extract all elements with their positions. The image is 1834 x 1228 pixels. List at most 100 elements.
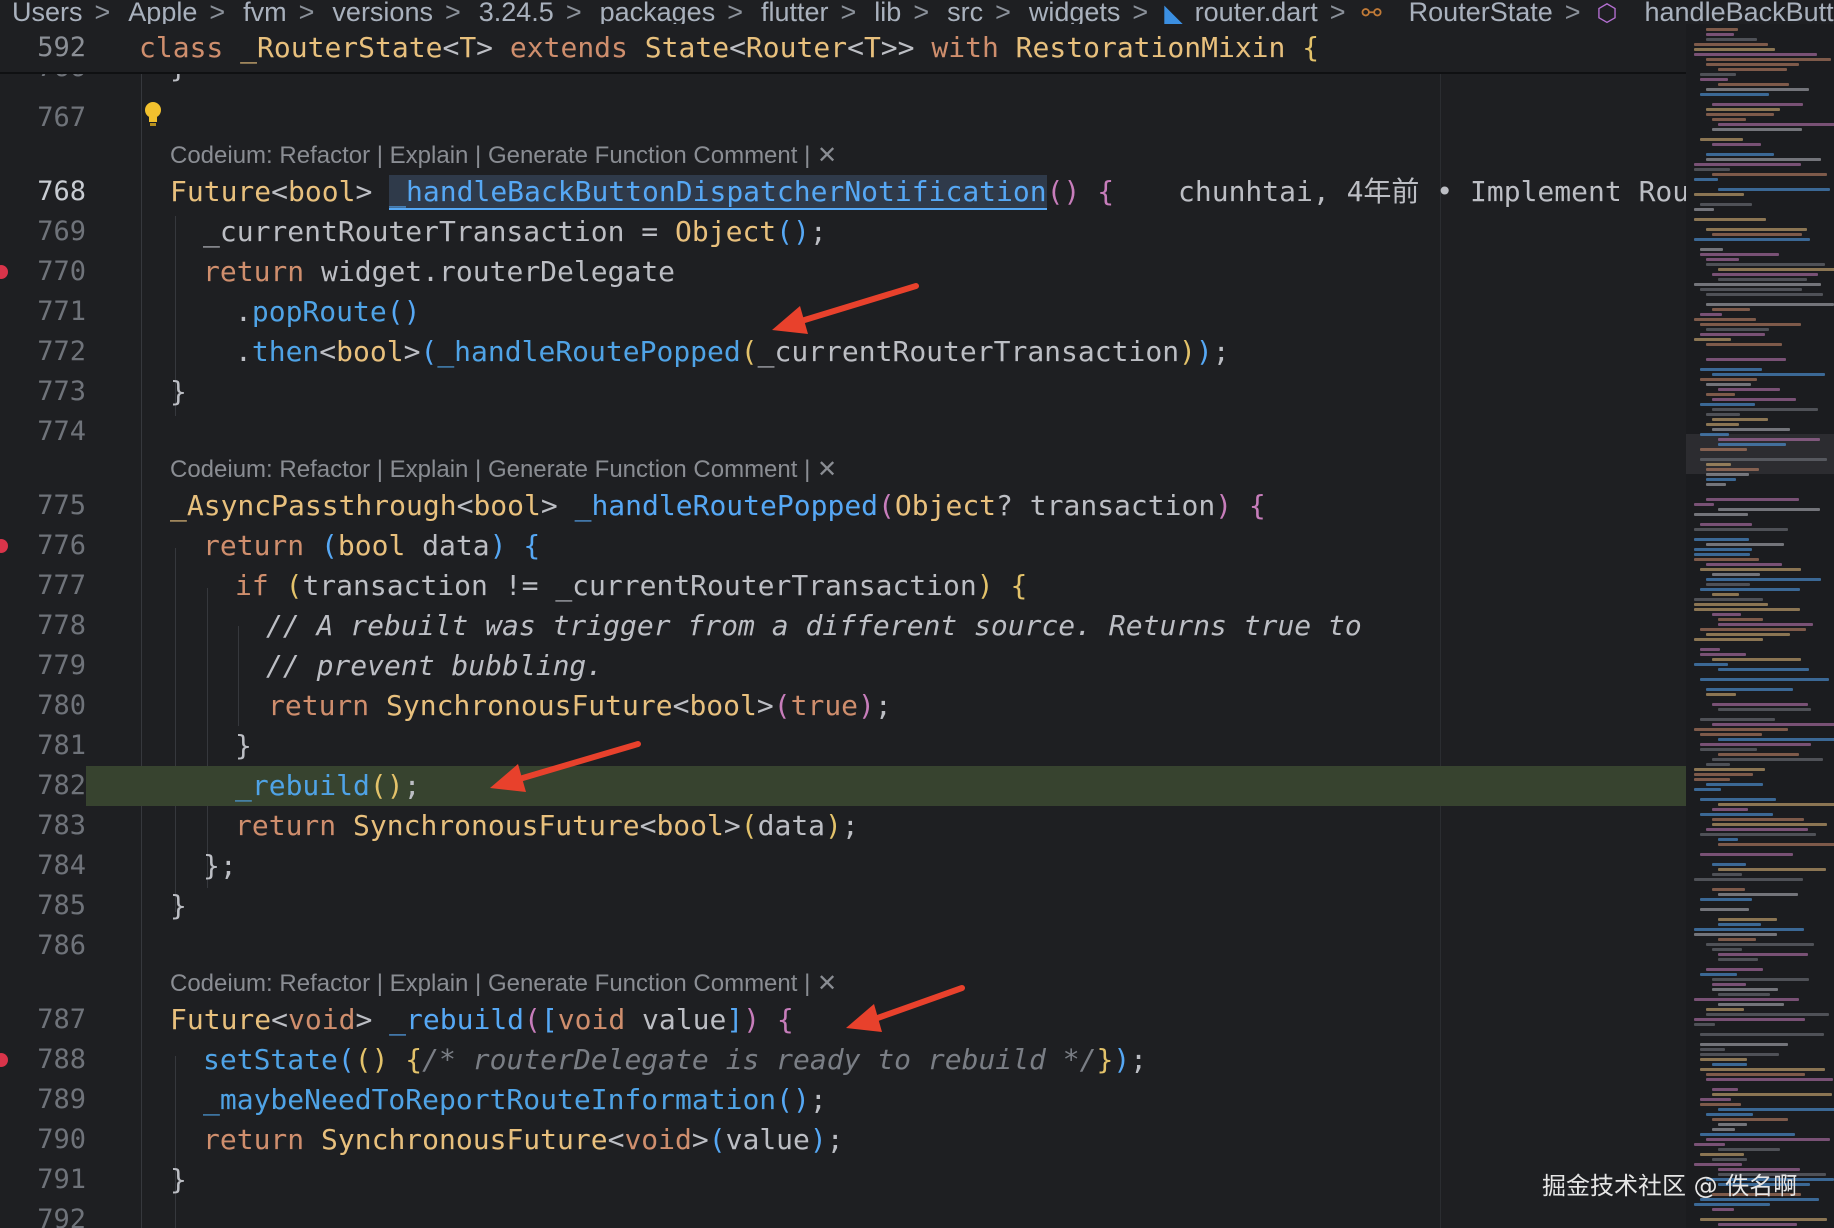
minimap-line	[1706, 158, 1821, 161]
breadcrumb-item-widgets[interactable]: widgets	[1029, 0, 1121, 24]
breadcrumb-item-flutter[interactable]: flutter	[761, 0, 829, 24]
minimap-line	[1700, 628, 1806, 631]
code-text[interactable]: _AsyncPassthrough<bool> _handleRoutePopp…	[170, 486, 1266, 526]
codeium-codelens[interactable]: Codeium: Refactor | Explain | Generate F…	[170, 966, 837, 1002]
sticky-code[interactable]: class _RouterState<T> extends State<Rout…	[139, 24, 1319, 72]
code-line[interactable]: 772 .then<bool>(_handleRoutePopped(_curr…	[0, 332, 1686, 372]
code-line[interactable]: 788 setState(() {/* routerDelegate is re…	[0, 1040, 1686, 1080]
code-text[interactable]: return SynchronousFuture<void>(value);	[203, 1120, 844, 1160]
breadcrumb-separator: >	[840, 0, 857, 24]
code-comment[interactable]: // prevent bubbling.	[266, 646, 603, 686]
minimap-line	[1694, 778, 1730, 781]
code-line[interactable]: 791 }	[0, 1160, 1686, 1200]
current-execution-line[interactable]: 782 _rebuild();	[0, 766, 1686, 806]
minimap-line	[1712, 873, 1742, 876]
breadcrumb-item-users[interactable]: Users	[12, 0, 83, 24]
code-text[interactable]: return widget.routerDelegate	[203, 252, 675, 292]
minimap-line	[1712, 408, 1818, 411]
code-text[interactable]: }	[170, 886, 187, 926]
breadcrumb-separator: >	[913, 0, 930, 24]
code-line[interactable]: 781 }	[0, 726, 1686, 766]
minimap-line	[1694, 728, 1788, 731]
code-line[interactable]: 790 return SynchronousFuture<void>(value…	[0, 1120, 1686, 1160]
codeium-codelens[interactable]: Codeium: Refactor | Explain | Generate F…	[170, 138, 837, 174]
minimap-line	[1712, 1063, 1747, 1066]
code-line[interactable]: 774	[0, 412, 1686, 452]
minimap-line	[1700, 1098, 1731, 1101]
minimap-line	[1718, 268, 1834, 271]
minimap-line	[1712, 613, 1741, 616]
code-text[interactable]: _rebuild();	[235, 766, 420, 806]
minimap-line	[1706, 1113, 1753, 1116]
line-number: 770	[37, 256, 86, 287]
minimap-line	[1706, 783, 1763, 786]
code-line[interactable]: 776 return (bool data) {	[0, 526, 1686, 566]
codeium-codelens[interactable]: Codeium: Refactor | Explain | Generate F…	[170, 452, 837, 488]
minimap-line	[1718, 1148, 1780, 1151]
minimap-line	[1718, 188, 1830, 191]
minimap-line	[1700, 1053, 1779, 1056]
code-line[interactable]: 779 // prevent bubbling.	[0, 646, 1686, 686]
code-line[interactable]: 784 };	[0, 846, 1686, 886]
breadcrumb-item-src[interactable]: src	[947, 0, 983, 24]
minimap-line	[1694, 788, 1721, 791]
code-text[interactable]: }	[170, 1160, 187, 1200]
breadcrumb-item-lib[interactable]: lib	[874, 0, 901, 24]
code-text[interactable]: }	[170, 372, 187, 412]
breadcrumb-item-class[interactable]: _RouterState	[1394, 0, 1553, 24]
minimap-line	[1700, 743, 1811, 746]
code-text[interactable]: if (transaction != _currentRouterTransac…	[235, 566, 1027, 606]
code-line[interactable]: 778 // A rebuilt was trigger from a diff…	[0, 606, 1686, 646]
git-blame-annotation[interactable]: chunhtai, 4年前 • Implement Rout	[1178, 172, 1706, 212]
code-text[interactable]: .then<bool>(_handleRoutePopped(_currentR…	[235, 332, 1230, 372]
code-text[interactable]: setState(() {/* routerDelegate is ready …	[203, 1040, 1147, 1080]
minimap-line	[1712, 888, 1745, 891]
code-line[interactable]: 792	[0, 1200, 1686, 1228]
code-text[interactable]: Future<bool> _handleBackButtonDispatcher…	[170, 172, 1114, 212]
code-line[interactable]: 780 return SynchronousFuture<bool>(true)…	[0, 686, 1686, 726]
breadcrumb-item-apple[interactable]: Apple	[128, 0, 197, 24]
breadcrumb-item-method[interactable]: _handleBackButtonDispatc	[1629, 0, 1834, 24]
breadcrumb-item-versions[interactable]: versions	[332, 0, 433, 24]
code-line[interactable]: 777 if (transaction != _currentRouterTra…	[0, 566, 1686, 606]
line-number: 781	[37, 730, 86, 761]
breadcrumb-item-version[interactable]: 3.24.5	[479, 0, 554, 24]
code-line[interactable]: 767	[0, 98, 1686, 138]
code-text[interactable]: };	[203, 846, 237, 886]
minimap-line	[1706, 1073, 1805, 1076]
breadcrumb-item-packages[interactable]: packages	[600, 0, 716, 24]
breadcrumb-item-file[interactable]: router.dart	[1195, 0, 1318, 24]
red-arrow-annotation	[490, 741, 641, 792]
code-text[interactable]: return (bool data) {	[203, 526, 540, 566]
code-line[interactable]: 789 _maybeNeedToReportRouteInformation()…	[0, 1080, 1686, 1120]
red-arrow-annotation	[772, 283, 919, 334]
code-text[interactable]: Future<void> _rebuild([void value]) {	[170, 1000, 794, 1040]
breadcrumb-item-fvm[interactable]: fvm	[243, 0, 287, 24]
code-line[interactable]: 783 return SynchronousFuture<bool>(data)…	[0, 806, 1686, 846]
code-line[interactable]: 769 _currentRouterTransaction = Object()…	[0, 212, 1686, 252]
code-text[interactable]: return SynchronousFuture<bool>(true);	[268, 686, 892, 726]
minimap-line	[1700, 588, 1800, 591]
code-text[interactable]: _maybeNeedToReportRouteInformation();	[203, 1080, 827, 1120]
minimap[interactable]	[1686, 24, 1834, 1228]
minimap-line	[1700, 78, 1728, 81]
sticky-scroll-header[interactable]: 592 class _RouterState<T> extends State<…	[0, 24, 1686, 74]
watermark: 掘金技术社区 @ 佚名啊	[1542, 1172, 1798, 1200]
minimap-line	[1700, 748, 1757, 751]
code-text[interactable]: _currentRouterTransaction = Object();	[203, 212, 827, 252]
lightbulb-icon[interactable]	[143, 100, 163, 128]
code-line[interactable]: 786	[0, 926, 1686, 966]
code-line[interactable]: 775 _AsyncPassthrough<bool> _handleRoute…	[0, 486, 1686, 526]
minimap-line	[1700, 1218, 1827, 1221]
code-comment[interactable]: // A rebuilt was trigger from a differen…	[266, 606, 1362, 646]
minimap-line	[1706, 943, 1814, 946]
code-text[interactable]: .popRoute()	[235, 292, 420, 332]
code-line[interactable]: 785 }	[0, 886, 1686, 926]
code-text[interactable]: return SynchronousFuture<bool>(data);	[235, 806, 859, 846]
minimap-line	[1700, 93, 1769, 96]
line-number: 790	[37, 1124, 86, 1155]
code-text[interactable]: }	[235, 726, 252, 766]
code-line[interactable]: 768 Future<bool> _handleBackButtonDispat…	[0, 172, 1706, 212]
code-line[interactable]: 773 }	[0, 372, 1686, 412]
minimap-line	[1700, 798, 1776, 801]
